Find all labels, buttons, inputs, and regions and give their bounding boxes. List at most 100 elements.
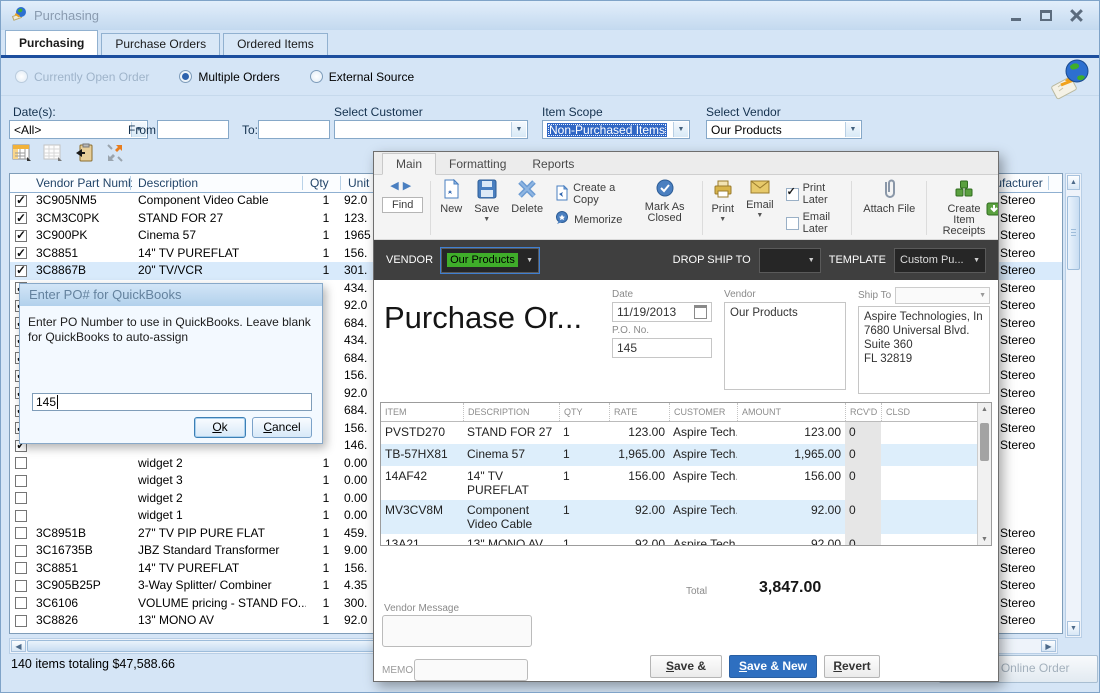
row-checkbox[interactable] — [15, 195, 27, 207]
column-grid-icon[interactable] — [11, 142, 33, 163]
source-radio-group: Currently Open Order Multiple Orders Ext… — [1, 58, 1099, 96]
calendar-icon[interactable] — [694, 305, 707, 319]
item-scope-combo[interactable]: Non-Purchased Items▼ — [542, 120, 690, 139]
scroll-down-icon[interactable]: ▼ — [978, 536, 991, 543]
save-button[interactable]: Save ▼ — [468, 177, 505, 239]
memo-input[interactable] — [414, 659, 528, 681]
source-radio[interactable]: External Source — [310, 70, 414, 84]
row-checkbox[interactable] — [15, 510, 27, 522]
chevron-down-icon[interactable]: ▼ — [483, 217, 490, 223]
ship-to-combo[interactable]: ▼ — [895, 287, 990, 304]
online-order-globe-icon[interactable] — [1045, 55, 1093, 101]
grid-fade-icon[interactable] — [42, 142, 64, 163]
attach-file-button[interactable]: Attach File — [855, 177, 923, 239]
find-label[interactable]: Find — [382, 197, 423, 213]
row-checkbox[interactable] — [15, 230, 27, 242]
row-checkbox[interactable] — [15, 212, 27, 224]
new-button[interactable]: New — [434, 177, 468, 239]
qb-tab[interactable]: Formatting — [436, 154, 519, 174]
scroll-right-icon[interactable]: ▶ — [1041, 640, 1056, 652]
date-input[interactable]: 11/19/2013 — [612, 302, 712, 322]
save-and-new-button[interactable]: Save & New — [729, 655, 817, 678]
col-qty-header[interactable]: Qty — [310, 176, 340, 190]
row-checkbox[interactable] — [15, 597, 27, 609]
qb-scroll-thumb[interactable] — [980, 423, 989, 461]
to-date-input[interactable] — [258, 120, 330, 139]
vertical-scroll-thumb[interactable] — [1067, 196, 1080, 270]
col-desc-header[interactable]: Description — [138, 176, 298, 190]
revert-button[interactable]: Revert — [824, 655, 880, 678]
email-later-checkbox[interactable]: Email Later — [786, 211, 843, 235]
clipboard-export-icon[interactable] — [73, 142, 95, 163]
qb-table-row[interactable]: PVSTD270 STAND FOR 27 1 123.00 Aspire Te… — [381, 422, 978, 444]
print-button[interactable]: Print ▼ — [705, 177, 740, 239]
row-checkbox[interactable] — [15, 265, 27, 277]
print-later-checkbox[interactable]: Print Later — [786, 182, 843, 206]
vertical-scrollbar[interactable]: ▲ ▼ — [1065, 173, 1082, 638]
source-radio[interactable]: Multiple Orders — [179, 70, 279, 84]
qb-col-amount[interactable]: AMOUNT — [737, 403, 845, 421]
vendor-combo[interactable]: Our Products▼ — [706, 120, 862, 139]
scroll-up-icon[interactable]: ▲ — [1067, 175, 1080, 190]
qb-table-row[interactable]: 14AF42 14" TV PUREFLAT 1 156.00 Aspire T… — [381, 466, 978, 500]
row-checkbox[interactable] — [15, 545, 27, 557]
qb-table-row[interactable]: TB-57HX81 Cinema 57 1 1,965.00 Aspire Te… — [381, 444, 978, 466]
ok-button[interactable]: Ok — [194, 417, 246, 438]
vendor-message-input[interactable] — [382, 615, 532, 647]
close-icon[interactable] — [1069, 9, 1083, 22]
scroll-down-icon[interactable]: ▼ — [1067, 621, 1080, 636]
save-and-close-button[interactable]: Save & Close — [650, 655, 722, 678]
qb-col-clsd[interactable]: CLSD — [881, 403, 978, 421]
row-checkbox[interactable] — [15, 475, 27, 487]
qb-table-scrollbar[interactable]: ▲ ▼ — [977, 403, 991, 545]
qb-col-qty[interactable]: QTY — [559, 403, 609, 421]
qb-tab[interactable]: Reports — [519, 154, 587, 174]
app-tab[interactable]: Purchase Orders — [101, 33, 220, 55]
back-arrow-icon[interactable]: ◀ — [390, 180, 402, 192]
cancel-button[interactable]: Cancel — [252, 417, 312, 438]
row-checkbox[interactable] — [15, 527, 27, 539]
row-checkbox[interactable] — [15, 615, 27, 627]
shrink-fit-icon[interactable] — [104, 142, 126, 163]
minimize-icon[interactable] — [1009, 9, 1023, 22]
forward-arrow-icon[interactable]: ▶ — [403, 180, 415, 192]
app-tab[interactable]: Purchasing — [5, 30, 98, 55]
po-no-input[interactable]: 145 — [612, 338, 712, 358]
qb-col-customer[interactable]: CUSTOMER — [669, 403, 737, 421]
qb-table-row[interactable]: MV3CV8M Component Video Cable 1 92.00 As… — [381, 500, 978, 534]
drop-ship-combo[interactable]: ▼ — [759, 248, 821, 273]
col-part-header[interactable]: Vendor Part Number — [36, 176, 132, 190]
memorize-button[interactable]: Memorize — [555, 211, 625, 228]
po-number-input[interactable]: 145 — [32, 393, 312, 411]
scroll-left-icon[interactable]: ◀ — [11, 640, 26, 652]
source-radio[interactable]: Currently Open Order — [15, 70, 149, 84]
qb-col-rate[interactable]: RATE — [609, 403, 669, 421]
mark-as-closed-button[interactable]: Mark As Closed — [631, 177, 699, 239]
ship-to-address-box[interactable]: Aspire Technologies, In7680 Universal Bl… — [858, 306, 990, 394]
chevron-down-icon[interactable]: ▼ — [719, 217, 726, 223]
qb-table-row[interactable]: 13A21 13" MONO AV 1 92.00 Aspire Tech...… — [381, 534, 978, 546]
customer-combo[interactable]: ▼ — [334, 120, 528, 139]
template-combo[interactable]: Custom Pu... ▼ — [894, 248, 986, 273]
vendor-address-box[interactable]: Our Products — [724, 302, 846, 390]
row-checkbox[interactable] — [15, 580, 27, 592]
row-checkbox[interactable] — [15, 492, 27, 504]
qb-col-desc[interactable]: DESCRIPTION — [463, 403, 559, 421]
row-checkbox[interactable] — [15, 562, 27, 574]
qb-vendor-combo[interactable]: Our Products ▼ — [441, 248, 539, 273]
row-checkbox[interactable] — [15, 457, 27, 469]
app-tab[interactable]: Ordered Items — [223, 33, 328, 55]
email-button[interactable]: Email ▼ — [740, 177, 780, 239]
clipped-receive-icon[interactable] — [985, 199, 999, 222]
qb-col-item[interactable]: ITEM — [381, 403, 463, 421]
delete-button[interactable]: Delete — [505, 177, 549, 239]
find-button[interactable]: ◀▶ Find — [378, 177, 427, 239]
create-copy-button[interactable]: Create a Copy — [555, 182, 625, 206]
qb-col-rcvd[interactable]: RCV'D — [845, 403, 881, 421]
chevron-down-icon[interactable]: ▼ — [756, 213, 763, 219]
row-checkbox[interactable] — [15, 247, 27, 259]
scroll-up-icon[interactable]: ▲ — [978, 406, 991, 413]
qb-tab[interactable]: Main — [382, 153, 436, 175]
maximize-icon[interactable] — [1039, 9, 1053, 22]
from-date-input[interactable] — [157, 120, 229, 139]
